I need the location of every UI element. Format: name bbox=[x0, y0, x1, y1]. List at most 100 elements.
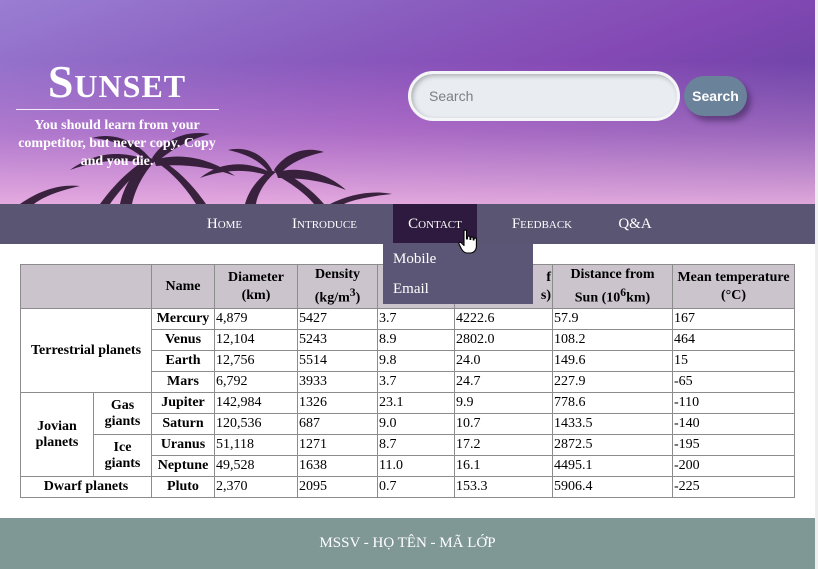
header-distance-close: km) bbox=[626, 290, 651, 306]
header-distance: Distance from Sun (106km) bbox=[552, 264, 673, 309]
diameter-cell: 120,536 bbox=[214, 413, 298, 435]
header-distance-unit: Sun (10 bbox=[574, 290, 621, 306]
search-button[interactable]: Search bbox=[684, 76, 747, 116]
diameter-cell: 4,879 bbox=[214, 308, 298, 330]
site-tagline: You should learn from your competitor, b… bbox=[18, 118, 216, 169]
group-dwarf: Dwarf planets bbox=[20, 476, 152, 498]
density-cell: 5427 bbox=[297, 308, 378, 330]
header-rotation-top: f bbox=[546, 269, 551, 285]
header-density: Density (kg/m3) bbox=[297, 264, 378, 309]
rotation-cell: 4222.6 bbox=[454, 308, 553, 330]
density-cell: 5243 bbox=[297, 329, 378, 351]
logo-divider bbox=[16, 109, 219, 110]
temperature-cell: -110 bbox=[672, 392, 795, 414]
density-cell: 1326 bbox=[297, 392, 378, 414]
diameter-cell: 12,104 bbox=[214, 329, 298, 351]
nav-item-feedback[interactable]: Feedback bbox=[493, 204, 591, 244]
group-gas-giants: Gas giants bbox=[93, 392, 152, 435]
temperature-cell: -65 bbox=[672, 371, 795, 393]
temperature-cell: 167 bbox=[672, 308, 795, 330]
rotation-cell: 24.7 bbox=[454, 371, 553, 393]
group-jovian: Jovian planets bbox=[20, 392, 94, 477]
temperature-cell: 464 bbox=[672, 329, 795, 351]
planet-name: Venus bbox=[151, 329, 215, 351]
distance-cell: 778.6 bbox=[552, 392, 673, 414]
gravity-cell: 23.1 bbox=[377, 392, 455, 414]
site-logo[interactable]: Sunset bbox=[16, 58, 218, 106]
gravity-cell: 0.7 bbox=[377, 476, 455, 498]
density-cell: 1271 bbox=[297, 434, 378, 456]
distance-cell: 149.6 bbox=[552, 350, 673, 372]
diameter-cell: 2,370 bbox=[214, 476, 298, 498]
planet-name: Neptune bbox=[151, 455, 215, 477]
group-terrestrial: Terrestrial planets bbox=[20, 308, 152, 393]
temperature-cell: -195 bbox=[672, 434, 795, 456]
distance-cell: 4495.1 bbox=[552, 455, 673, 477]
table-row: Jovian planets Gas giants Jupiter 142,98… bbox=[20, 392, 795, 477]
distance-cell: 1433.5 bbox=[552, 413, 673, 435]
header-banner: Sunset You should learn from your compet… bbox=[0, 0, 815, 204]
density-cell: 687 bbox=[297, 413, 378, 435]
dropdown-item-mobile[interactable]: Mobile bbox=[393, 250, 436, 268]
table-row: Ice giants Uranus 51,118 1271 8.7 17.2 2… bbox=[21, 434, 795, 477]
temperature-cell: -200 bbox=[672, 455, 795, 477]
hand-pointer-icon bbox=[458, 229, 477, 254]
planet-name: Mars bbox=[151, 371, 215, 393]
density-cell: 1638 bbox=[297, 455, 378, 477]
header-density-unit: (kg/m bbox=[314, 290, 350, 306]
planet-name: Mercury bbox=[151, 308, 215, 330]
gravity-cell: 8.7 bbox=[377, 434, 455, 456]
gravity-cell: 8.9 bbox=[377, 329, 455, 351]
planet-name: Uranus bbox=[151, 434, 215, 456]
header-diameter: Diameter (km) bbox=[214, 264, 298, 309]
search-input[interactable] bbox=[408, 71, 680, 121]
rotation-cell: 16.1 bbox=[454, 455, 553, 477]
planet-name: Saturn bbox=[151, 413, 215, 435]
header-density-close: ) bbox=[355, 290, 361, 306]
header-group-cell bbox=[20, 264, 152, 309]
group-ice-giants: Ice giants bbox=[93, 434, 152, 477]
gravity-cell: 11.0 bbox=[377, 455, 455, 477]
rotation-cell: 24.0 bbox=[454, 350, 553, 372]
nav-item-home[interactable]: Home bbox=[193, 204, 256, 244]
distance-cell: 227.9 bbox=[552, 371, 673, 393]
table-row: Terrestrial planets Mercury 4,879 5427 3… bbox=[20, 308, 795, 393]
dropdown-item-email[interactable]: Email bbox=[393, 280, 429, 298]
distance-cell: 2872.5 bbox=[552, 434, 673, 456]
gravity-cell: 9.8 bbox=[377, 350, 455, 372]
rotation-cell: 153.3 bbox=[454, 476, 553, 498]
gravity-cell: 3.7 bbox=[377, 308, 455, 330]
distance-cell: 57.9 bbox=[552, 308, 673, 330]
header-name: Name bbox=[151, 264, 215, 309]
temperature-cell: -140 bbox=[672, 413, 795, 435]
table-row: Dwarf planets Pluto 2,370 2095 0.7 153.3… bbox=[20, 476, 795, 498]
diameter-cell: 49,528 bbox=[214, 455, 298, 477]
header-distance-label: Distance from bbox=[570, 266, 655, 282]
diameter-cell: 142,984 bbox=[214, 392, 298, 414]
nav-item-introduce[interactable]: Introduce bbox=[272, 204, 377, 244]
planet-name: Pluto bbox=[151, 476, 215, 498]
density-cell: 5514 bbox=[297, 350, 378, 372]
distance-cell: 5906.4 bbox=[552, 476, 673, 498]
header-density-label: Density bbox=[314, 266, 361, 282]
density-cell: 3933 bbox=[297, 371, 378, 393]
diameter-cell: 12,756 bbox=[214, 350, 298, 372]
density-cell: 2095 bbox=[297, 476, 378, 498]
temperature-cell: 15 bbox=[672, 350, 795, 372]
temperature-cell: -225 bbox=[672, 476, 795, 498]
distance-cell: 108.2 bbox=[552, 329, 673, 351]
nav-item-qa[interactable]: Q&A bbox=[607, 204, 663, 244]
planet-name: Earth bbox=[151, 350, 215, 372]
rotation-cell: 17.2 bbox=[454, 434, 553, 456]
main-navbar: Home Introduce Contact Feedback Q&A bbox=[0, 204, 815, 244]
page-footer: MSSV - HỌ TÊN - MÃ LỚP bbox=[0, 518, 815, 569]
rotation-cell: 2802.0 bbox=[454, 329, 553, 351]
rotation-cell: 9.9 bbox=[454, 392, 553, 414]
diameter-cell: 6,792 bbox=[214, 371, 298, 393]
header-rotation-bottom: s) bbox=[540, 287, 551, 303]
rotation-cell: 10.7 bbox=[454, 413, 553, 435]
header-temperature: Mean temperature (°C) bbox=[672, 264, 795, 309]
gravity-cell: 3.7 bbox=[377, 371, 455, 393]
planet-name: Jupiter bbox=[151, 392, 215, 414]
diameter-cell: 51,118 bbox=[214, 434, 298, 456]
